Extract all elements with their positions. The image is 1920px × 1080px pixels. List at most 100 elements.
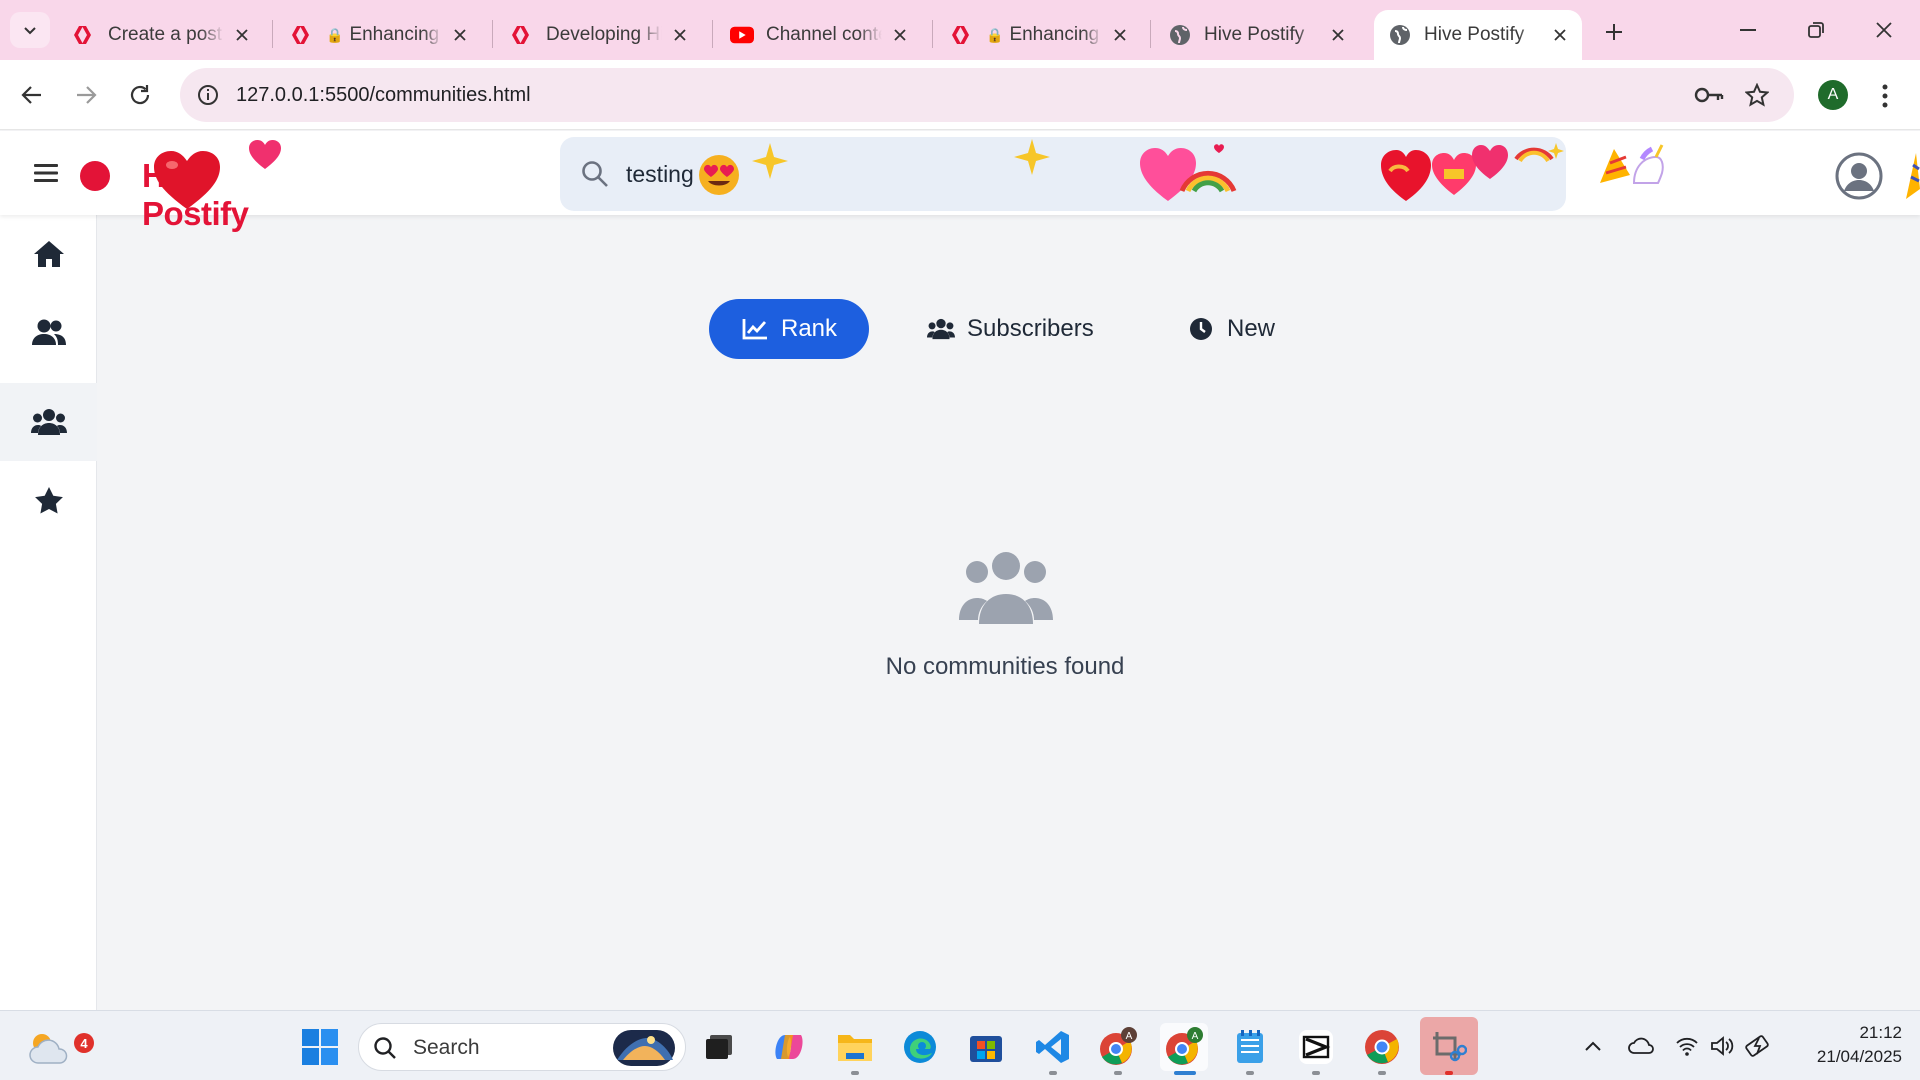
close-icon[interactable] (1326, 23, 1350, 47)
battery-button[interactable] (1744, 1031, 1774, 1061)
bookmark-star-icon[interactable] (1742, 80, 1772, 110)
browser-tab[interactable]: Create a post (58, 10, 264, 60)
tab-new[interactable]: New (1187, 299, 1287, 359)
chevron-down-icon (24, 27, 36, 35)
task-view-icon (706, 1035, 732, 1059)
close-icon[interactable] (1548, 23, 1572, 47)
app-logo[interactable]: Hive Postify (80, 140, 310, 232)
heart-emoji-icon (154, 151, 220, 209)
users-icon (927, 315, 955, 343)
new-tab-button[interactable] (1596, 14, 1632, 50)
browser-tab[interactable]: Developing Hi (496, 10, 702, 60)
address-bar[interactable]: 127.0.0.1:5500/communities.html (180, 68, 1794, 122)
start-button[interactable] (296, 1023, 344, 1071)
tab-title: Enhancing (1009, 24, 1100, 45)
sparkle-emoji-icon (1014, 139, 1050, 175)
taskbar-chrome-active[interactable]: A (1160, 1023, 1208, 1075)
communities-icon (30, 409, 67, 435)
youtube-icon (730, 23, 754, 47)
sidebar-item-communities[interactable] (0, 383, 97, 461)
sidebar-item-home[interactable] (0, 215, 97, 293)
chrome-icon: A (1100, 1027, 1137, 1065)
url-text[interactable]: 127.0.0.1:5500/communities.html (236, 84, 531, 107)
close-icon[interactable] (888, 23, 912, 47)
search-bar[interactable]: testing (560, 137, 1664, 211)
plus-icon (1606, 24, 1622, 40)
copilot-icon (775, 1035, 803, 1059)
tab-search-button[interactable] (10, 12, 50, 48)
chrome-icon (1365, 1030, 1399, 1064)
taskbar-snipping-tool[interactable] (1420, 1017, 1478, 1075)
taskbar-store[interactable] (962, 1023, 1010, 1071)
taskbar-chrome-profile-a[interactable]: A (1094, 1023, 1142, 1075)
reload-button[interactable] (120, 75, 160, 115)
restore-icon (1808, 22, 1824, 38)
restore-button[interactable] (1788, 10, 1844, 50)
wifi-button[interactable] (1672, 1031, 1702, 1061)
search-icon (582, 161, 608, 187)
user-account-button[interactable] (1834, 151, 1884, 201)
show-hidden-icons-button[interactable] (1578, 1031, 1608, 1061)
sidebar-item-following[interactable] (0, 293, 97, 371)
taskbar-copilot[interactable] (765, 1023, 813, 1071)
browser-tab-active[interactable]: Hive Postify (1374, 10, 1582, 60)
notepad-icon (1237, 1030, 1263, 1063)
hamburger-icon (34, 164, 58, 182)
browser-tab[interactable]: 🔒 Enhancing (276, 10, 482, 60)
weather-cloud-icon (29, 1034, 68, 1064)
vscode-icon (1036, 1031, 1069, 1063)
onedrive-button[interactable] (1626, 1031, 1656, 1061)
browser-menu-button[interactable] (1870, 76, 1900, 116)
search-input[interactable]: testing (626, 161, 694, 188)
chart-line-icon (741, 315, 769, 343)
taskbar-file-explorer[interactable] (831, 1023, 879, 1075)
globe-icon (1168, 23, 1192, 47)
cloud-icon (1628, 1037, 1654, 1054)
site-info-icon[interactable] (192, 79, 224, 111)
windows-taskbar: 4 Search A A 21:12 21/04/2025 (0, 1010, 1920, 1080)
tab-subscribers[interactable]: Subscribers (927, 299, 1107, 359)
wifi-icon (1676, 1037, 1698, 1056)
taskbar-capcut[interactable] (1292, 1023, 1340, 1075)
weather-widget[interactable]: 4 (24, 1023, 94, 1071)
system-clock[interactable]: 21:12 21/04/2025 (1782, 1021, 1902, 1069)
close-window-button[interactable] (1856, 10, 1912, 50)
taskbar-search[interactable]: Search (358, 1023, 686, 1071)
windows-logo-icon (302, 1029, 338, 1065)
taskbar-chrome[interactable] (1358, 1023, 1406, 1075)
close-icon[interactable] (668, 23, 692, 47)
battery-charging-icon (1745, 1035, 1769, 1057)
browser-tab[interactable]: 🔒 Enhancing (936, 10, 1142, 60)
sidebar (0, 215, 97, 1010)
menu-button[interactable] (30, 157, 62, 189)
tab-separator (712, 20, 713, 48)
browser-tab[interactable]: Channel conte (716, 10, 922, 60)
browser-tab[interactable]: Hive Postify (1154, 10, 1360, 60)
close-icon[interactable] (1108, 23, 1132, 47)
taskbar-vscode[interactable] (1029, 1023, 1077, 1075)
forward-button[interactable] (66, 75, 106, 115)
tab-separator (492, 20, 493, 48)
task-view-button[interactable] (695, 1023, 743, 1071)
sidebar-item-favorites[interactable] (0, 461, 97, 539)
back-button[interactable] (12, 75, 52, 115)
volume-button[interactable] (1708, 1031, 1738, 1061)
minimize-icon (1740, 29, 1756, 31)
hive-logo-icon (80, 161, 110, 191)
search-icon (374, 1037, 396, 1059)
tab-separator (1150, 20, 1151, 48)
rainbow-heart-emoji-icon (1140, 144, 1237, 201)
taskbar-notepad[interactable] (1226, 1023, 1274, 1075)
close-icon[interactable] (230, 23, 254, 47)
lock-icon: 🔒 (986, 26, 1004, 43)
users-icon (31, 319, 66, 345)
tab-label: Subscribers (967, 315, 1094, 342)
profile-avatar[interactable]: A (1818, 80, 1848, 110)
taskbar-edge[interactable] (896, 1023, 944, 1071)
tab-rank[interactable]: Rank (709, 299, 869, 359)
minimize-button[interactable] (1720, 10, 1776, 50)
key-icon[interactable] (1694, 81, 1724, 109)
star-icon (34, 487, 63, 514)
clock-time: 21:12 (1859, 1023, 1902, 1042)
close-icon[interactable] (448, 23, 472, 47)
